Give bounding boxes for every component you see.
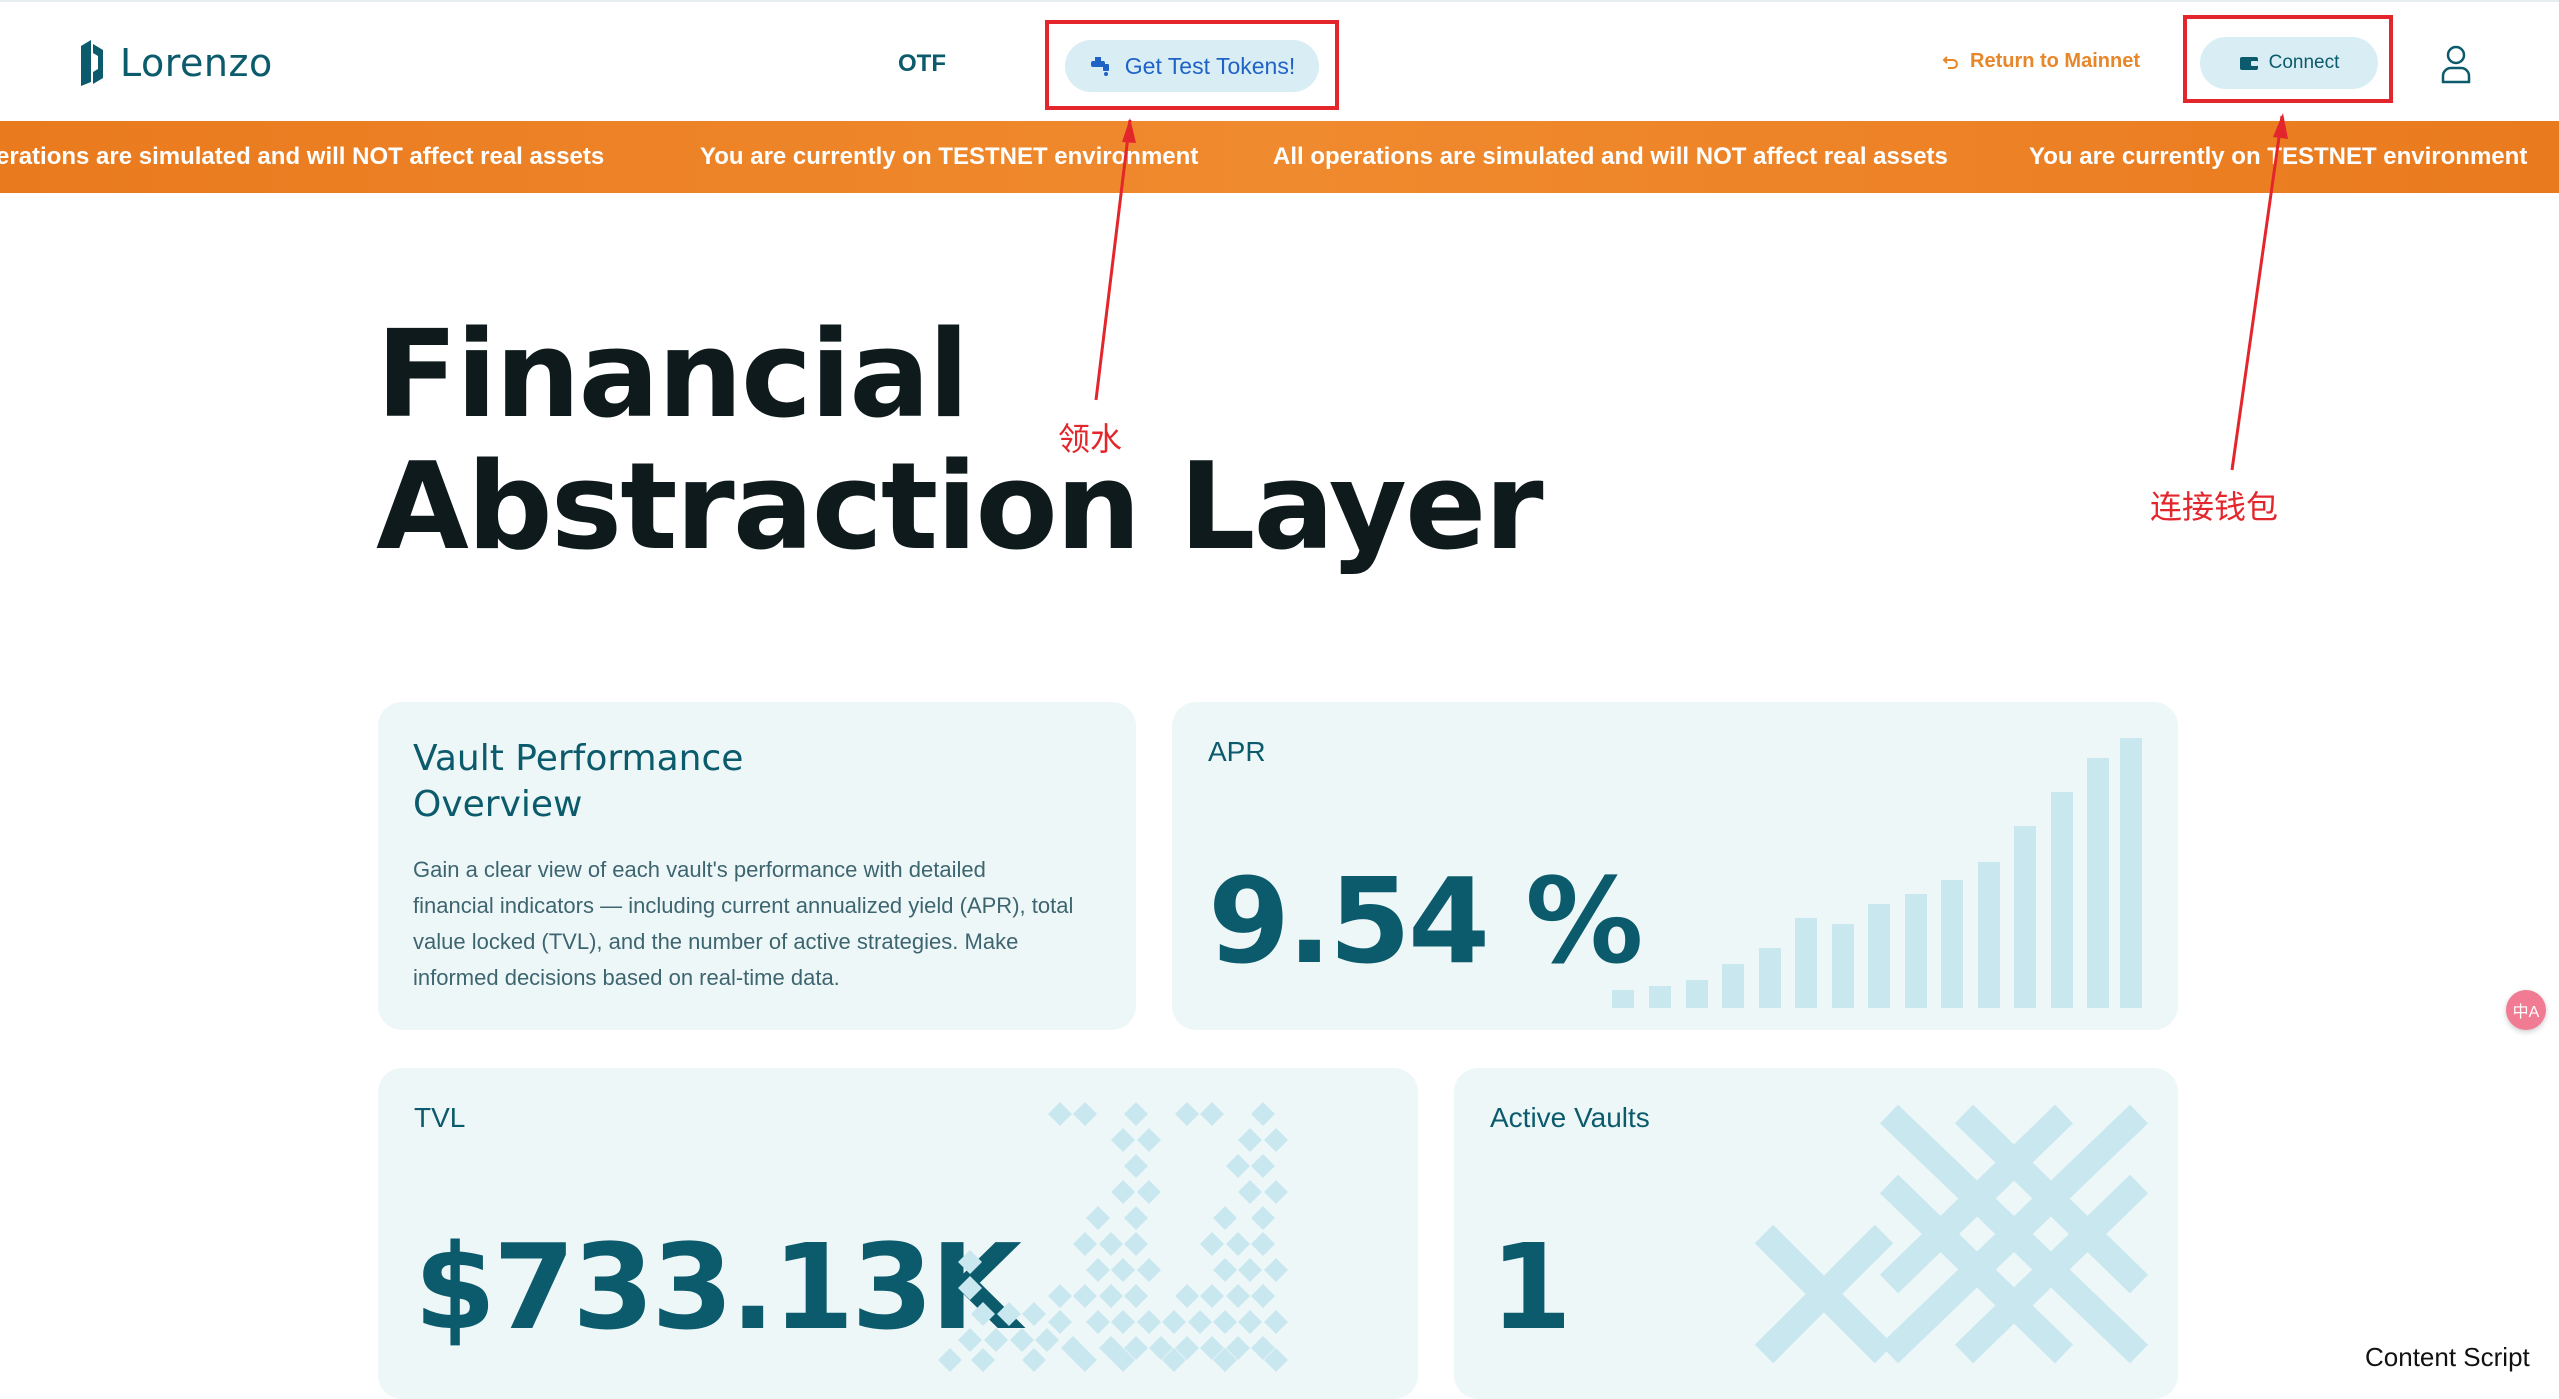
active-vaults-card: Active Vaults 1 <box>1454 1068 2178 1399</box>
hero-line-2: Abstraction Layer <box>376 438 1544 577</box>
annotation-faucet: 领水 <box>1058 421 1123 457</box>
logo-text: Lorenzo <box>120 41 273 85</box>
user-account-icon[interactable] <box>2440 44 2472 84</box>
banner-message: All operations are simulated and will NO… <box>1273 143 1948 170</box>
description-line: Gain a clear view of each vault's perfor… <box>413 857 986 882</box>
apr-card: APR 9.54 % <box>1172 702 2178 1030</box>
lorenzo-logo-icon <box>81 40 103 86</box>
tvl-diamond-decoration <box>938 1102 1288 1372</box>
description-line: informed decisions based on real-time da… <box>413 965 840 990</box>
banner-message: You are currently on TESTNET environment <box>2029 143 2528 170</box>
vault-overview-title-line: Vault Performance <box>413 738 744 779</box>
description-line: value locked (TVL), and the number of ac… <box>413 929 1019 954</box>
logo[interactable]: Lorenzo <box>78 38 273 88</box>
translate-icon[interactable]: 中A <box>2506 990 2546 1030</box>
active-vaults-value: 1 <box>1490 1218 1572 1356</box>
tvl-card: TVL $733.13K <box>378 1068 1418 1399</box>
banner-message: You are currently on TESTNET environment <box>700 143 1199 170</box>
testnet-banner: erations are simulated and will NOT affe… <box>0 121 2559 193</box>
return-arrow-icon <box>1942 55 1958 69</box>
return-to-mainnet-link[interactable]: Return to Mainnet <box>1942 50 2140 73</box>
nav-otf[interactable]: OTF <box>898 50 946 78</box>
description-line: financial indicators — including current… <box>413 893 1074 918</box>
hero-heading: Financial Abstraction Layer <box>376 306 1544 577</box>
annotation-box-connect <box>2183 15 2393 103</box>
banner-message: erations are simulated and will NOT affe… <box>0 143 605 170</box>
active-vaults-label: Active Vaults <box>1490 1102 1650 1133</box>
apr-label: APR <box>1208 736 1266 767</box>
annotation-connect-wallet: 连接钱包 <box>2150 489 2279 525</box>
vault-overview-title: Vault Performance Overview <box>413 736 743 828</box>
hero-line-1: Financial <box>376 306 969 445</box>
content-script-label: Content Script <box>2365 1342 2530 1372</box>
tvl-value: $733.13K <box>414 1218 1022 1356</box>
active-vaults-cross-decoration <box>1754 1104 2149 1364</box>
vault-overview-title-line: Overview <box>413 784 583 825</box>
apr-value: 9.54 % <box>1208 852 1643 990</box>
apr-bar-decoration <box>1612 738 2142 1008</box>
tvl-label: TVL <box>414 1102 466 1133</box>
vault-overview-card: Vault Performance Overview Gain a clear … <box>378 702 1136 1030</box>
vault-overview-description: Gain a clear view of each vault's perfor… <box>413 852 1073 996</box>
annotation-box-test-tokens <box>1045 20 1339 110</box>
return-to-mainnet-label: Return to Mainnet <box>1970 50 2140 72</box>
